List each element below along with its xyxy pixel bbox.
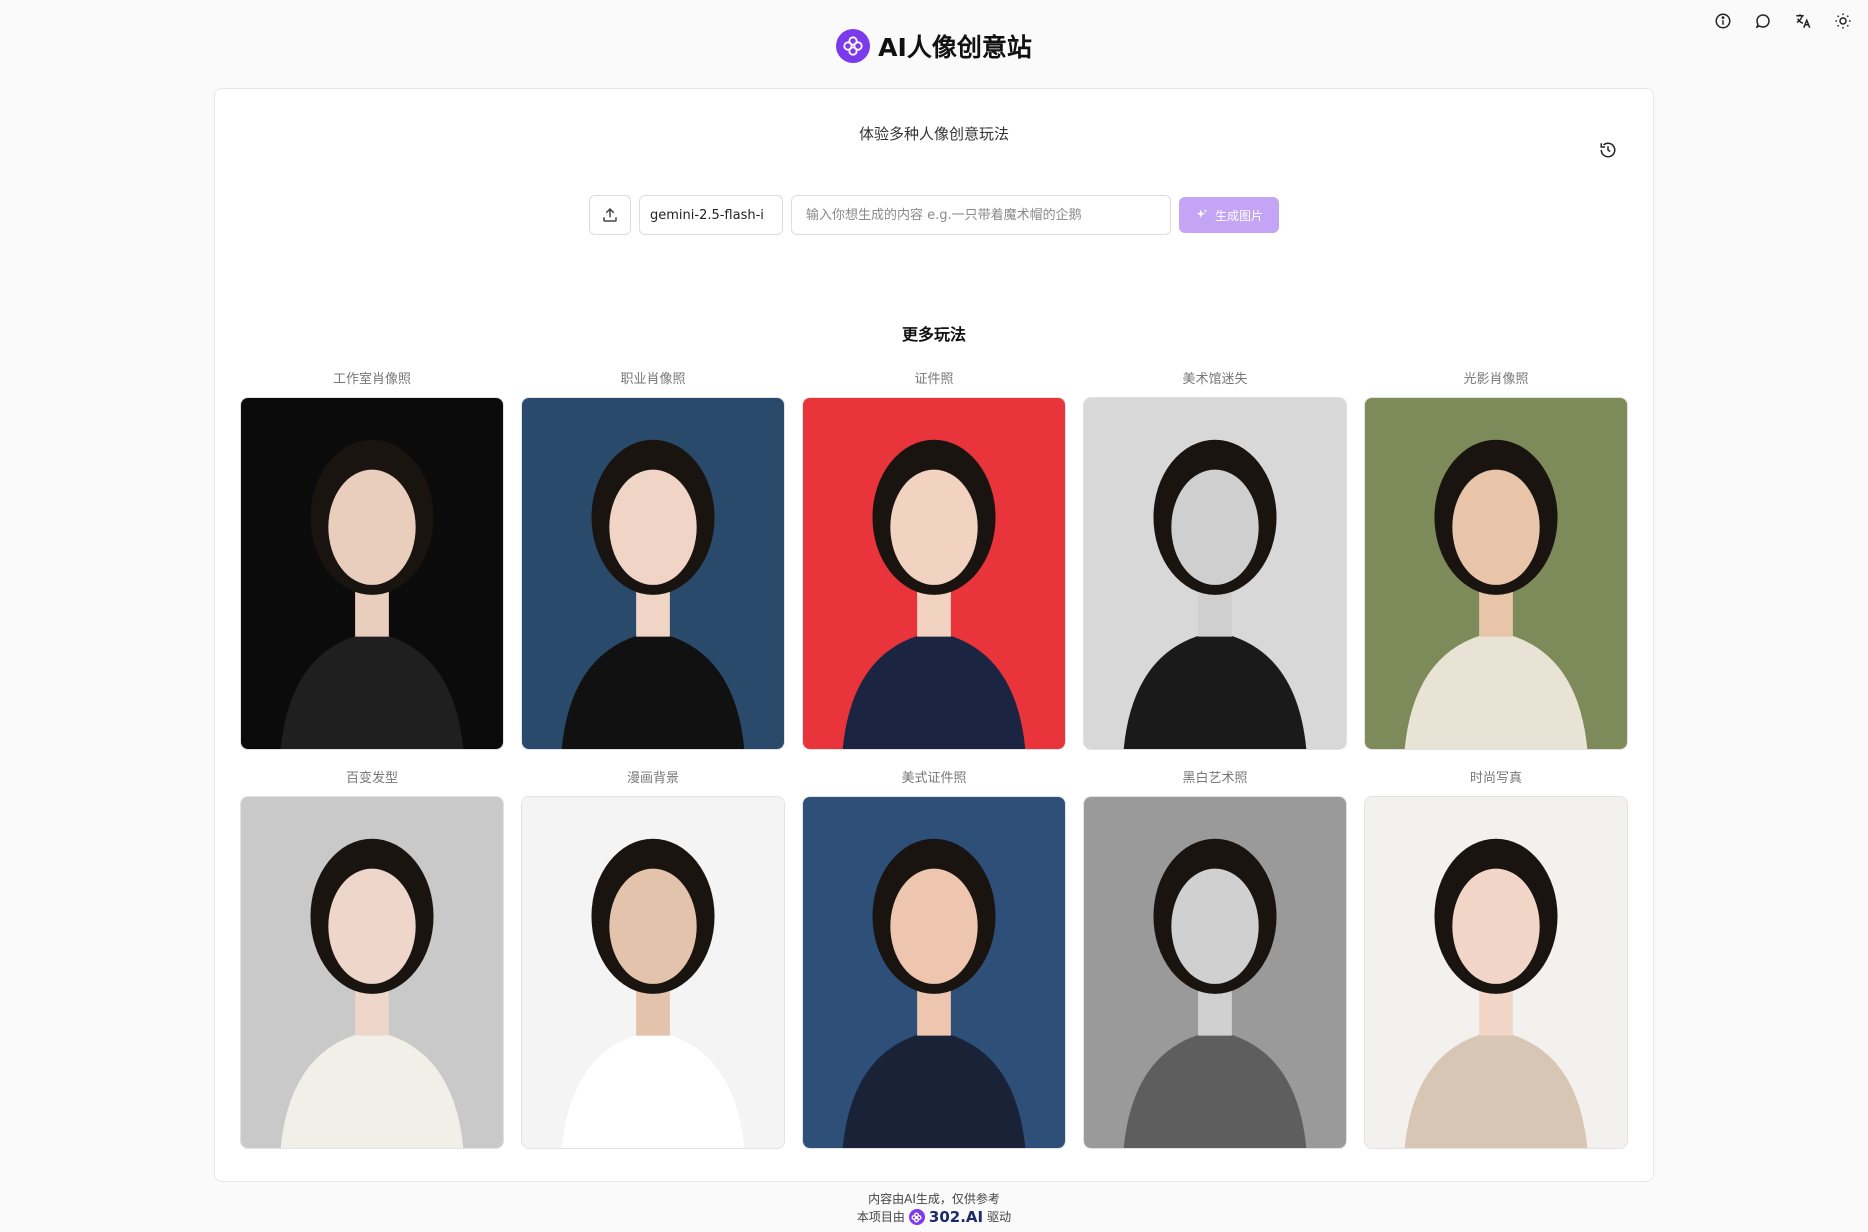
style-tile-label: 工作室肖像照 xyxy=(332,372,411,387)
model-select-value: gemini-2.5-flash-i xyxy=(650,207,764,223)
style-preview-image xyxy=(240,796,504,1149)
generate-controls: gemini-2.5-flash-i 生成图片 xyxy=(215,195,1653,235)
style-preview-image xyxy=(802,397,1066,750)
style-tile-label: 黑白艺术照 xyxy=(1182,771,1248,786)
style-preview-image xyxy=(1083,397,1347,750)
style-tile-label: 证件照 xyxy=(914,372,954,387)
style-tile-label: 职业肖像照 xyxy=(620,372,686,387)
style-preview-image xyxy=(1083,796,1347,1149)
header: AI人像创意站 xyxy=(0,28,1868,64)
main-card: 体验多种人像创意玩法 gemini-2.5-flash-i 生成图片 更多玩法 … xyxy=(214,88,1654,1182)
style-preview-image xyxy=(802,796,1066,1149)
style-tile[interactable]: 光影肖像照 xyxy=(1364,369,1628,768)
brand-logo-icon xyxy=(908,1209,925,1225)
style-tile[interactable]: 漫画背景 xyxy=(521,768,785,1167)
style-preview-image xyxy=(521,796,785,1149)
disclaimer-text: 内容由AI生成，仅供参考 xyxy=(868,1192,1000,1206)
style-tile[interactable]: 百变发型 xyxy=(240,768,504,1167)
style-tile[interactable]: 美术馆迷失 xyxy=(1083,369,1347,768)
style-tile[interactable]: 证件照 xyxy=(802,369,1066,768)
style-tile[interactable]: 美式证件照 xyxy=(802,768,1066,1167)
style-tile-label: 光影肖像照 xyxy=(1463,372,1529,387)
style-tile-label: 美式证件照 xyxy=(901,771,967,786)
more-title: 更多玩法 xyxy=(901,325,966,344)
logo-icon xyxy=(836,29,871,63)
powered-by: 本项目由 302.AI 驱动 xyxy=(0,1208,1868,1226)
generate-button[interactable]: 生成图片 xyxy=(1179,197,1279,233)
style-tile[interactable]: 职业肖像照 xyxy=(521,369,785,768)
history-icon[interactable] xyxy=(1597,139,1619,161)
style-tile[interactable]: 工作室肖像照 xyxy=(240,369,504,768)
style-preview-image xyxy=(240,397,504,750)
generate-button-label: 生成图片 xyxy=(1214,208,1263,223)
page: AI人像创意站 体验多种人像创意玩法 gemini-2.5-flash-i 生成… xyxy=(0,0,1868,1232)
style-tile-label: 漫画背景 xyxy=(626,771,679,786)
style-tile-label: 百变发型 xyxy=(345,771,398,786)
prompt-input[interactable] xyxy=(791,195,1171,235)
sparkle-icon xyxy=(1196,209,1208,218)
style-tile[interactable]: 时尚写真 xyxy=(1364,768,1628,1167)
model-select[interactable]: gemini-2.5-flash-i xyxy=(639,195,783,235)
powered-suffix: 驱动 xyxy=(987,1210,1012,1224)
style-preview-image xyxy=(1364,796,1628,1149)
upload-icon xyxy=(603,207,617,222)
upload-button[interactable] xyxy=(589,195,631,235)
style-preview-image xyxy=(1364,397,1628,750)
brand-name[interactable]: 302.AI xyxy=(929,1208,983,1226)
page-subtitle: 体验多种人像创意玩法 xyxy=(858,125,1009,143)
style-grid: 工作室肖像照 职业肖像照 证件照 美术馆迷失 光影肖像照百变发型 漫画背景 美式证件照 黑白艺… xyxy=(240,369,1630,1167)
style-tile-label: 时尚写真 xyxy=(1469,771,1522,786)
style-tile[interactable]: 黑白艺术照 xyxy=(1083,768,1347,1167)
style-tile-label: 美术馆迷失 xyxy=(1182,372,1248,387)
powered-prefix: 本项目由 xyxy=(856,1210,905,1224)
app-title: AI人像创意站 xyxy=(878,33,1032,62)
footer: 内容由AI生成，仅供参考 本项目由 302.AI 驱动 xyxy=(0,1190,1868,1226)
style-preview-image xyxy=(521,397,785,750)
